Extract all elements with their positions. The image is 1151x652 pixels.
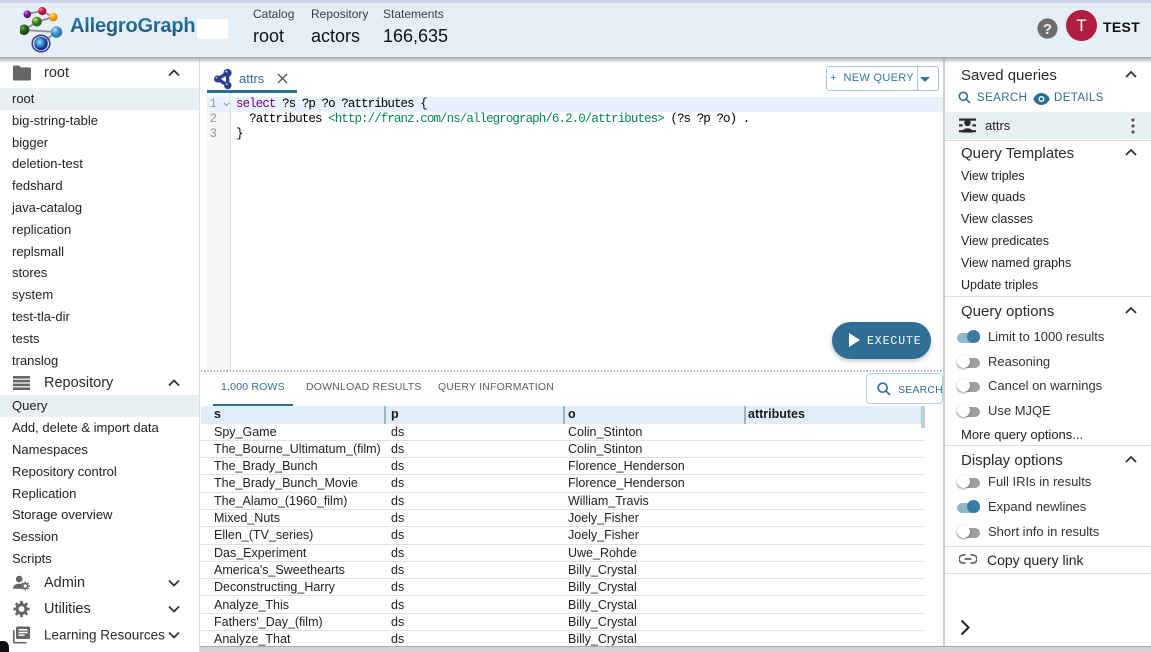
svg-text:?: ? (1043, 21, 1052, 38)
